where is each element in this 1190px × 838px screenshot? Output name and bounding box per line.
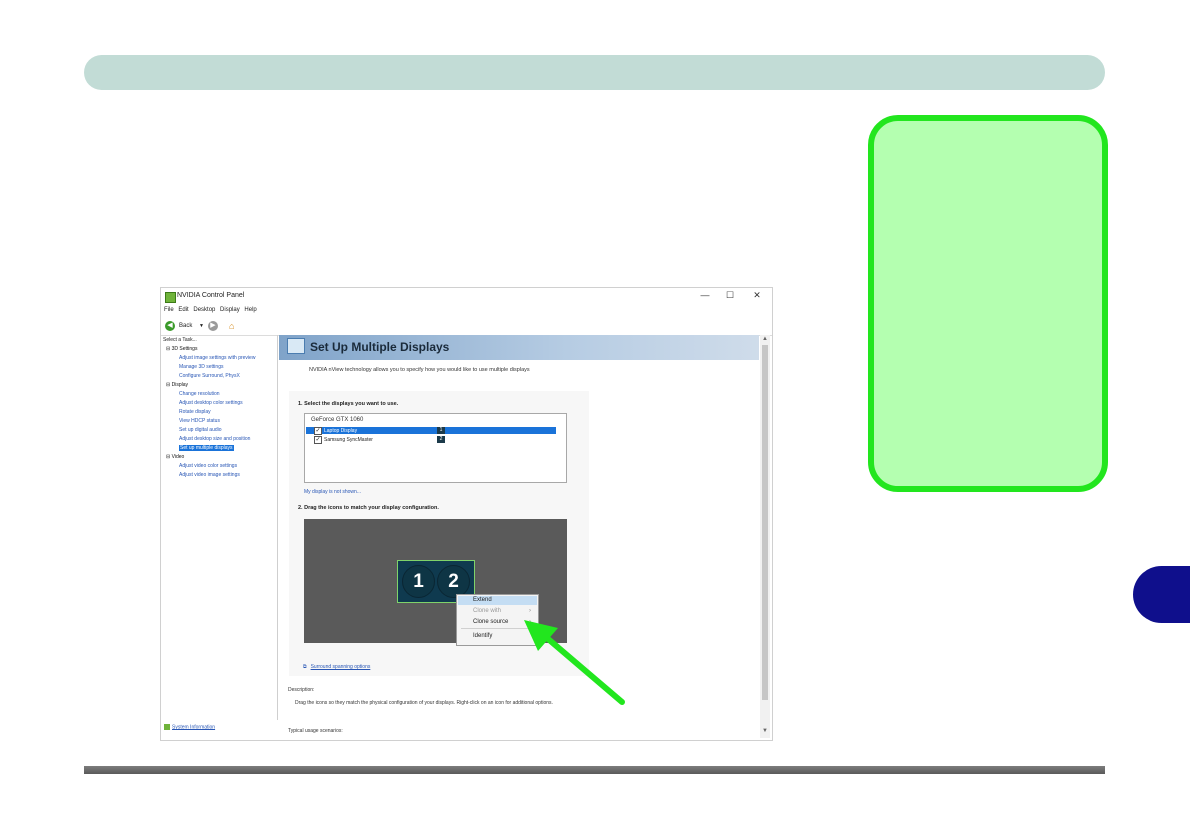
callout-arrow bbox=[524, 620, 625, 705]
